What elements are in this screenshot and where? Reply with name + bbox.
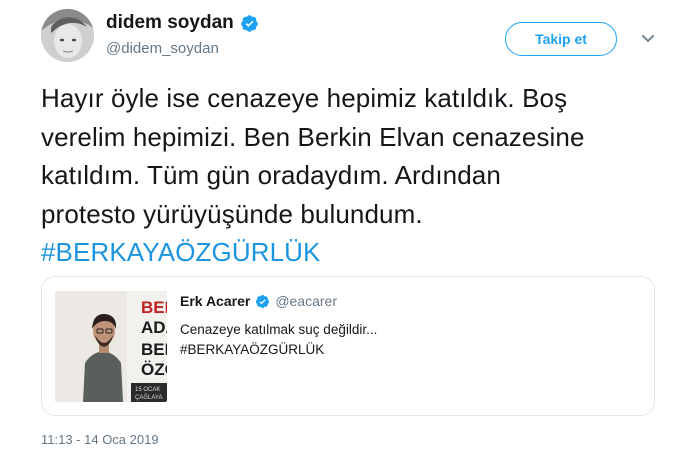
- author-handle[interactable]: @didem_soydan: [106, 40, 219, 57]
- quoted-author-name[interactable]: Erk Acarer: [180, 293, 250, 309]
- tweet-line: protesto yürüyüşünde bulundum.: [41, 198, 423, 229]
- author-avatar[interactable]: [41, 9, 94, 62]
- poster-text: 15 OCAK: [135, 387, 160, 393]
- poster-text: BER: [141, 340, 167, 359]
- chevron-down-icon[interactable]: [640, 30, 656, 46]
- quoted-tweet-card[interactable]: BER ADA BER ÖZG 15 OCAK ÇAĞLAYA Erk Acar…: [41, 276, 655, 416]
- author-name[interactable]: didem soydan: [106, 12, 234, 34]
- tweet-line: Hayır öyle ise cenazeye hepimiz katıldık…: [41, 83, 568, 113]
- poster-text: ÇAĞLAYA: [135, 394, 162, 401]
- poster-text: ÖZG: [141, 360, 167, 379]
- tweet-line: katıldım. Tüm gün oradaydım. Ardından: [41, 160, 501, 190]
- hashtag-link[interactable]: #BERKAYAÖZGÜRLÜK: [41, 233, 661, 272]
- tweet-text: Hayır öyle ise cenazeye hepimiz katıldık…: [41, 79, 661, 272]
- tweet-timestamp[interactable]: 11:13 - 14 Oca 2019: [41, 432, 159, 447]
- quoted-author[interactable]: Erk Acarer @eacarer: [180, 293, 337, 309]
- poster-text: BER: [141, 298, 167, 317]
- poster-text: ADA: [141, 318, 167, 337]
- verified-badge-icon: [240, 14, 258, 32]
- avatar-photo: [41, 9, 94, 62]
- tweet-line: verelim hepimizi. Ben Berkin Elvan cenaz…: [41, 121, 585, 152]
- author-name-row[interactable]: didem soydan: [106, 12, 259, 34]
- quoted-author-handle[interactable]: @eacarer: [275, 293, 337, 309]
- quoted-text-hashtag: #BERKAYAÖZGÜRLÜK: [180, 342, 325, 357]
- quoted-tweet-text: Cenazeye katılmak suç değildir... #BERKA…: [180, 320, 377, 360]
- quoted-image-illustration: BER ADA BER ÖZG 15 OCAK ÇAĞLAYA: [55, 291, 167, 402]
- verified-badge-icon: [256, 294, 270, 308]
- quoted-text-line: Cenazeye katılmak suç değildir...: [180, 322, 378, 337]
- follow-button[interactable]: Takip et: [505, 22, 617, 56]
- quoted-tweet-image: BER ADA BER ÖZG 15 OCAK ÇAĞLAYA: [55, 291, 167, 402]
